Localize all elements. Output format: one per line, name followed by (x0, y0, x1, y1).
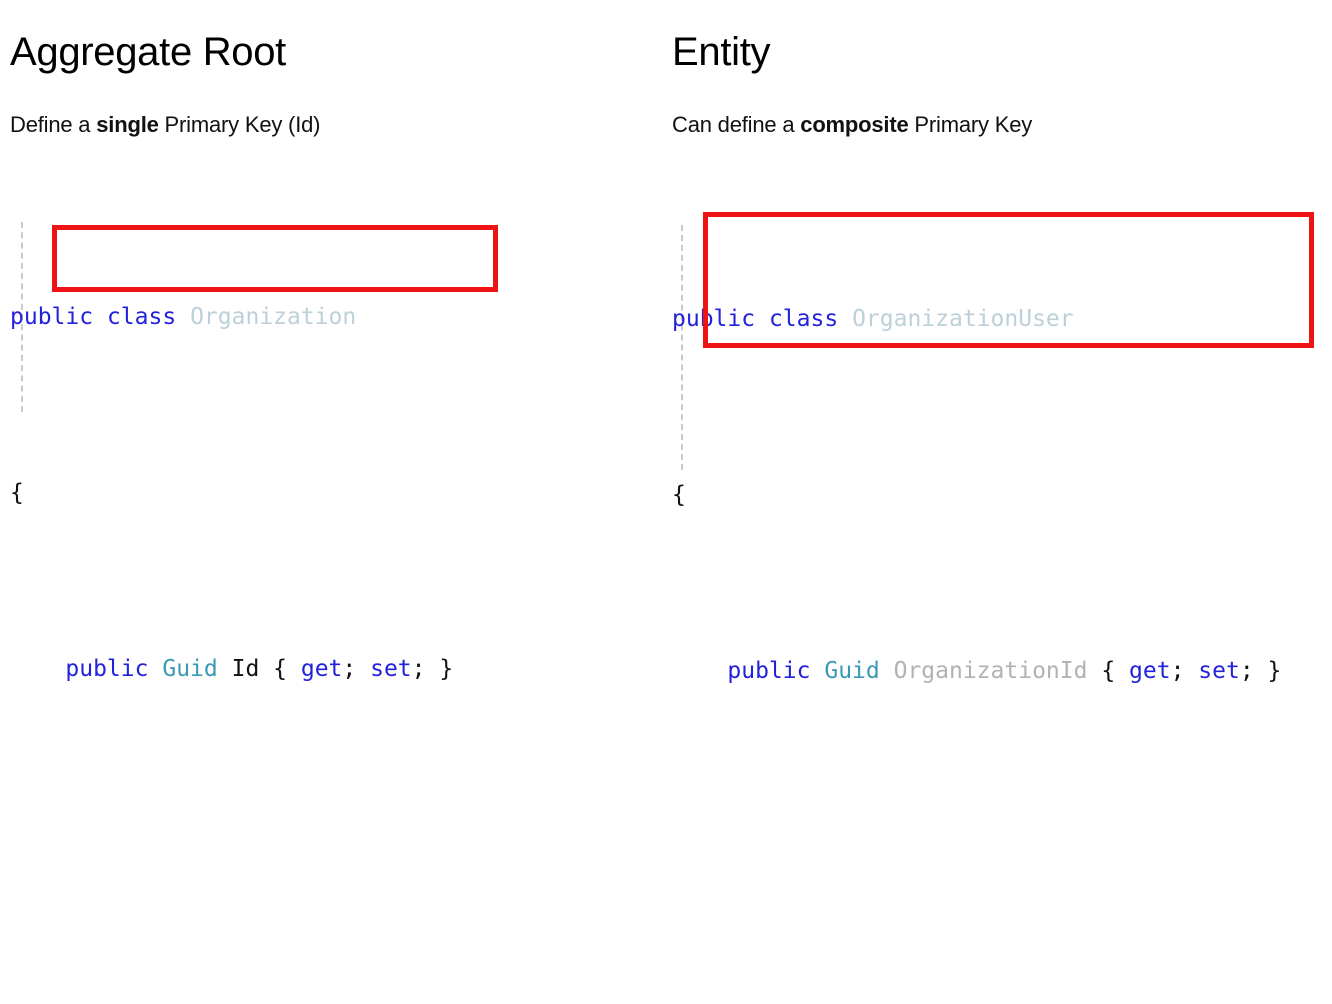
panel-title-entity: Entity (672, 30, 771, 74)
type-guid: Guid (824, 658, 880, 684)
panel-entity: Entity Can define a composite Primary Ke… (666, 0, 1332, 684)
panel-subtitle-entity: Can define a composite Primary Key (672, 112, 1032, 138)
accessor-brace-open: { (273, 656, 301, 682)
highlight-box-single-primary-key (52, 225, 498, 292)
panel-subtitle-aggregate-root: Define a single Primary Key (Id) (10, 112, 320, 138)
keyword-public: public (727, 658, 811, 684)
subtitle-text-bold: single (96, 112, 159, 137)
code-line-property-id: public Guid Id { get; set; } (10, 647, 509, 691)
keyword-set: set (370, 656, 412, 682)
accessor-brace-close: } (439, 656, 454, 682)
keyword-get: get (300, 656, 343, 682)
code-line-open-brace: { (672, 473, 1281, 517)
keyword-class: class (106, 304, 177, 330)
subtitle-text-after: Primary Key (Id) (158, 112, 321, 137)
type-guid: Guid (162, 656, 218, 682)
keyword-public: public (65, 656, 149, 682)
code-line-property-name: public string Name { get; set; } (10, 999, 509, 1004)
keyword-set: set (1198, 658, 1240, 684)
property-name-organization-id: OrganizationId (893, 658, 1088, 684)
brace-open: { (10, 480, 24, 506)
property-name-id: Id (231, 656, 260, 682)
keyword-get: get (1129, 658, 1171, 684)
highlight-box-composite-primary-key (703, 212, 1314, 348)
code-line-open-brace: { (10, 471, 509, 515)
code-line-class-declaration: public class Organization (10, 295, 509, 339)
accessor-brace-open: { (1101, 658, 1130, 684)
code-line-property-organization-id: public Guid OrganizationId { get; set; } (672, 649, 1281, 693)
subtitle-text-before: Define a (10, 112, 97, 137)
panel-title-aggregate-root: Aggregate Root (10, 30, 286, 74)
subtitle-text-after: Primary Key (908, 112, 1033, 137)
class-name-organization: Organization (190, 304, 357, 330)
semicolon: ; (1170, 658, 1199, 684)
semicolon: ; (411, 656, 440, 682)
code-line-property-user-id: public Guid UserId { get; set; } (672, 1001, 1281, 1004)
keyword-public: public (10, 304, 94, 330)
accessor-brace-close: } (1267, 658, 1282, 684)
semicolon: ; (342, 656, 371, 682)
brace-open: { (672, 482, 686, 508)
subtitle-text-bold: composite (800, 112, 909, 137)
panel-aggregate-root: Aggregate Root Define a single Primary K… (0, 0, 666, 682)
subtitle-text-before: Can define a (672, 112, 801, 137)
semicolon: ; (1239, 658, 1268, 684)
